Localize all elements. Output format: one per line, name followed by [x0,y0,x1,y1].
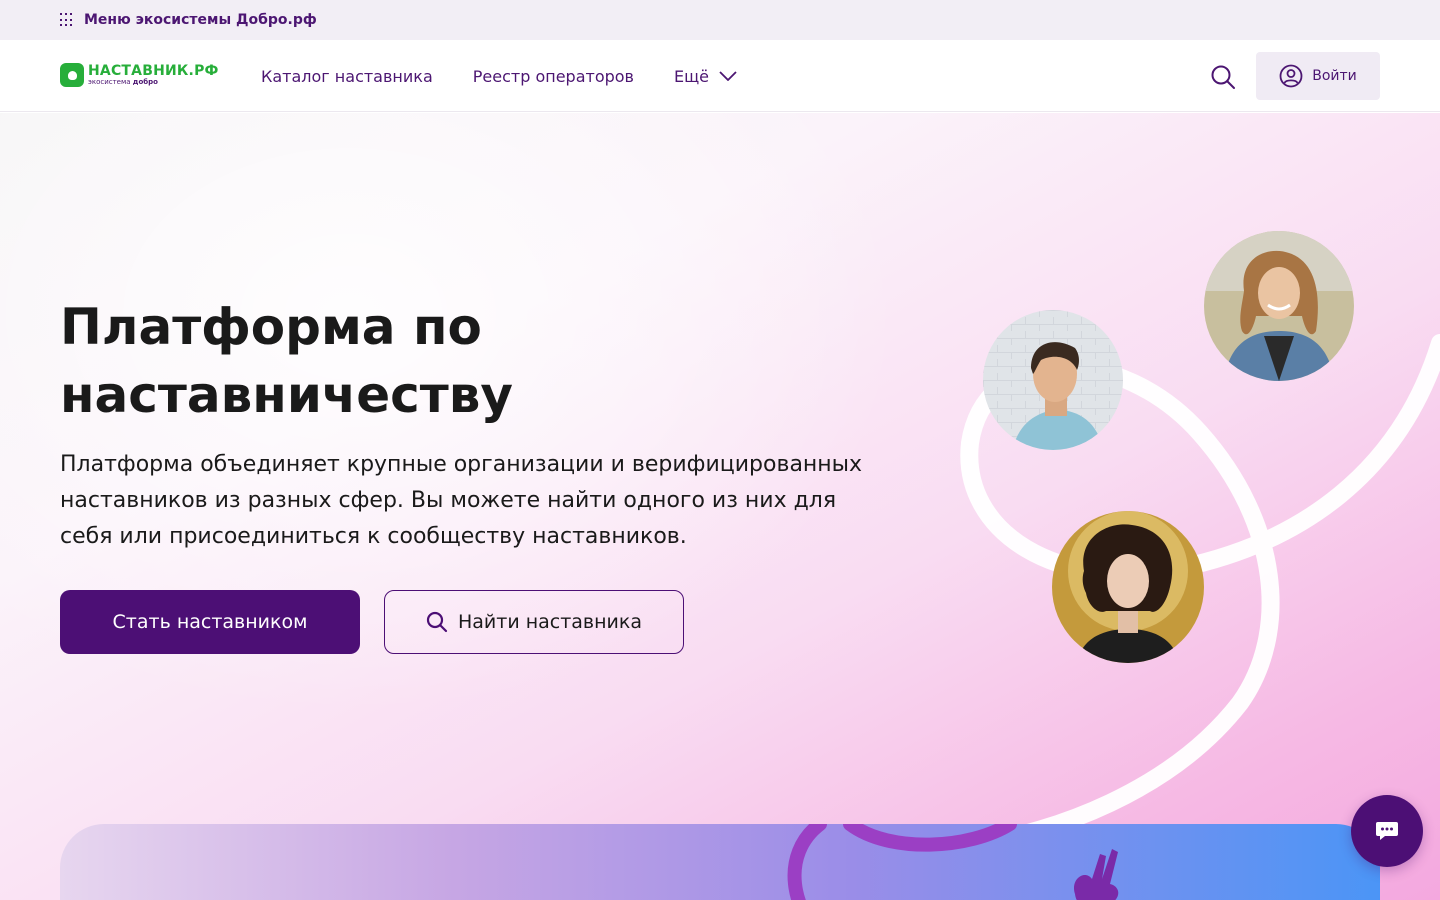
hero-description: Платформа объединяет крупные организации… [60,452,863,549]
search-icon[interactable] [1210,64,1236,90]
nav-more-label: Ещё [673,66,710,86]
promo-banner [60,824,1380,900]
login-label: Войти [1312,68,1357,84]
nav-more[interactable]: Ещё [674,67,737,86]
banner-decoration [787,824,1119,900]
curly-hair-woman-avatar [1052,511,1204,663]
ecosystem-menu-label: Меню экосистемы Добро.рф [84,12,317,28]
logo-subtitle: экосистема добро [88,78,158,86]
chat-icon [1376,822,1398,840]
ecosystem-menu-bar[interactable]: Меню экосистемы Добро.рф [0,0,1440,40]
hero-title: Платформа по наставничеству [60,298,513,424]
grid-icon [60,13,74,27]
hero-section: Платформа по наставничеству Платформа об… [0,113,1440,900]
smiling-woman-avatar [1204,231,1354,381]
site-logo[interactable]: НАСТАВНИК.РФ экосистема добро [60,63,219,87]
login-button[interactable]: Войти [1256,52,1380,100]
nav-catalog[interactable]: Каталог наставника [261,67,433,86]
main-nav: Каталог наставника Реестр операторов Ещё [261,40,737,112]
find-mentor-label: Найти наставника [457,611,643,633]
user-circle-icon [1279,64,1303,88]
logo-mark-icon [60,63,84,87]
nav-operators-registry[interactable]: Реестр операторов [473,67,634,86]
become-mentor-button[interactable]: Стать наставником [60,590,360,654]
young-man-avatar [983,310,1123,450]
search-icon [426,611,448,633]
find-mentor-button[interactable]: Найти наставника [384,590,684,654]
chat-button[interactable] [1351,795,1423,867]
site-header: НАСТАВНИК.РФ экосистема добро Каталог на… [0,40,1440,112]
chevron-down-icon [719,71,737,81]
logo-title: НАСТАВНИК.РФ [88,63,219,79]
